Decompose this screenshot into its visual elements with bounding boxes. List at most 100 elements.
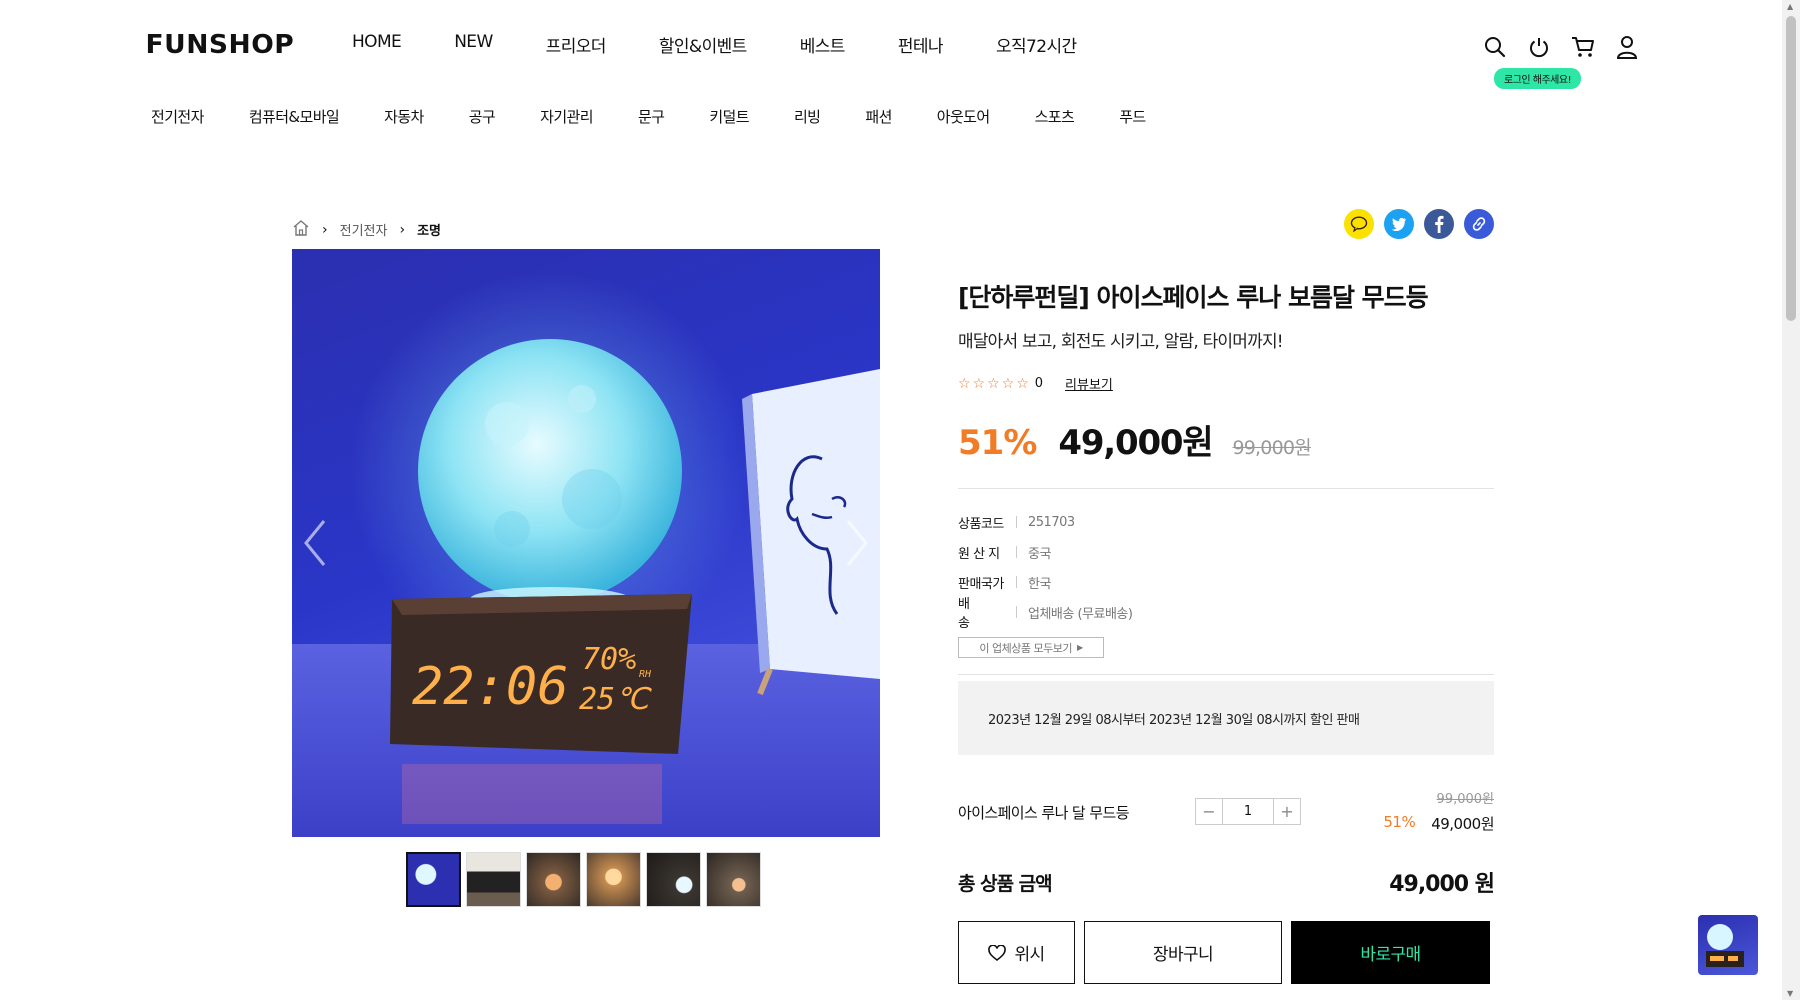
spec-key: 판매국가: [958, 576, 1004, 592]
product-title: [단하루펀딜] 아이스페이스 루나 보름달 무드등: [958, 283, 1429, 312]
category-computer-mobile[interactable]: 컴퓨터&모바일: [249, 106, 340, 127]
original-price: 99,000원: [1232, 437, 1311, 459]
minus-icon[interactable]: −: [1196, 799, 1222, 824]
buy-now-button[interactable]: 바로구매: [1291, 921, 1490, 984]
wish-button[interactable]: 위시: [958, 921, 1075, 984]
breadcrumb-current[interactable]: 조명: [417, 220, 441, 239]
scroll-down-icon[interactable]: ▼: [1787, 989, 1793, 998]
spec-row: 원 산 지 중국: [958, 537, 1494, 567]
selected-option: 아이스페이스 루나 달 무드등 − 1 + 99,000원 51% 49,000…: [958, 788, 1494, 848]
breadcrumb-separator: ›: [322, 221, 328, 238]
share-buttons: [1344, 209, 1494, 239]
home-icon[interactable]: [292, 219, 310, 240]
heart-icon: [988, 944, 1007, 961]
nav-preorder[interactable]: 프리오더: [546, 32, 607, 57]
review-link[interactable]: 리뷰보기: [1065, 374, 1113, 393]
floating-recent-product[interactable]: [1698, 915, 1758, 975]
star-rating-icon: ☆☆☆☆☆: [958, 375, 1031, 392]
category-food[interactable]: 푸드: [1119, 106, 1146, 127]
spec-key: 배 송: [958, 597, 980, 631]
clock-time: 22:06: [412, 657, 569, 717]
kakaotalk-icon[interactable]: [1344, 209, 1374, 239]
rating-row: ☆☆☆☆☆ 0 리뷰보기: [958, 374, 1494, 394]
spec-row: 배 송 업체배송 (무료배송): [958, 597, 1494, 631]
vendor-products-button[interactable]: 이 업체상품 모두보기 ▶: [958, 637, 1104, 658]
category-selfcare[interactable]: 자기관리: [540, 106, 593, 127]
category-tools[interactable]: 공구: [469, 106, 496, 127]
product-main-image[interactable]: 22:06 70% RH 25℃: [292, 249, 880, 837]
option-original-price: 99,000원: [1436, 792, 1494, 807]
user-icon[interactable]: [1614, 34, 1640, 60]
gallery-next-arrow[interactable]: [842, 515, 872, 571]
wish-label: 위시: [1014, 945, 1045, 965]
breadcrumb: › 전기전자 › 조명: [292, 219, 441, 240]
option-name: 아이스페이스 루나 달 무드등: [958, 804, 1130, 822]
add-to-cart-button[interactable]: 장바구니: [1084, 921, 1282, 984]
purchase-actions: 위시 장바구니 바로구매: [958, 921, 1490, 984]
spec-row: 상품코드 251703: [958, 507, 1494, 537]
spec-key: 상품코드: [958, 516, 1004, 532]
clock-humidity-unit: RH: [639, 669, 652, 680]
facebook-icon[interactable]: [1424, 209, 1454, 239]
plus-icon[interactable]: +: [1274, 799, 1300, 824]
scroll-up-icon[interactable]: ▲: [1787, 2, 1793, 11]
search-icon[interactable]: [1482, 34, 1508, 60]
nav-72hours[interactable]: 오직72시간: [996, 32, 1077, 57]
sale-price: 49,000원: [1058, 423, 1213, 463]
site-logo[interactable]: FUNSHOP: [146, 30, 295, 60]
spec-value: 한국: [1028, 576, 1051, 592]
twitter-icon[interactable]: [1384, 209, 1414, 239]
main-nav: HOME NEW 프리오더 할인&이벤트 베스트 펀테나 오직72시간: [352, 32, 1077, 57]
category-car[interactable]: 자동차: [384, 106, 424, 127]
nav-sale-event[interactable]: 할인&이벤트: [659, 32, 747, 57]
spec-value: 업체배송 (무료배송): [1028, 606, 1133, 622]
review-count: 0: [1034, 376, 1044, 391]
price-row: 51% 49,000원 99,000원: [958, 415, 1494, 464]
page-scrollbar[interactable]: ▲ ▼: [1782, 0, 1800, 1000]
breadcrumb-separator: ›: [399, 221, 406, 238]
category-living[interactable]: 리빙: [794, 106, 821, 127]
power-icon[interactable]: [1526, 34, 1552, 60]
login-tooltip[interactable]: 로그인 해주세요!: [1494, 68, 1582, 89]
total-label: 총 상품 금액: [958, 872, 1053, 895]
link-icon[interactable]: [1464, 209, 1494, 239]
gallery-thumbnails: [406, 852, 761, 907]
thumbnail-5[interactable]: [646, 852, 701, 907]
thumbnail-6[interactable]: [706, 852, 761, 907]
spec-row: 판매국가 한국: [958, 567, 1494, 597]
vendor-products-label: 이 업체상품 모두보기: [979, 641, 1072, 655]
spec-value: 중국: [1028, 546, 1051, 562]
thumbnail-2[interactable]: [466, 852, 521, 907]
divider: [958, 674, 1494, 675]
category-electronics[interactable]: 전기전자: [151, 106, 204, 127]
product-subtitle: 매달아서 보고, 회전도 시키고, 알람, 타이머까지!: [958, 332, 1284, 352]
nav-new[interactable]: NEW: [454, 32, 493, 57]
category-stationery[interactable]: 문구: [638, 106, 665, 127]
breadcrumb-level1[interactable]: 전기전자: [340, 220, 388, 239]
cart-icon[interactable]: [1570, 34, 1596, 60]
quantity-stepper: − 1 +: [1195, 798, 1301, 825]
quantity-input[interactable]: 1: [1222, 799, 1274, 824]
category-sports[interactable]: 스포츠: [1035, 106, 1075, 127]
gallery-prev-arrow[interactable]: [300, 515, 330, 571]
spec-list: 상품코드 251703 원 산 지 중국 판매국가 한국 배 송 업체배송 (무…: [958, 507, 1494, 632]
option-price: 51% 49,000원: [1383, 813, 1494, 834]
category-outdoor[interactable]: 아웃도어: [937, 106, 990, 127]
discount-rate: 51%: [958, 423, 1037, 463]
total-amount: 49,000 원: [1389, 872, 1495, 897]
thumbnail-4[interactable]: [586, 852, 641, 907]
thumbnail-1[interactable]: [406, 852, 461, 907]
clock-temperature: 25℃: [579, 682, 652, 717]
chevron-right-icon: ▶: [1076, 643, 1083, 652]
nav-funtenna[interactable]: 펀테나: [898, 32, 944, 57]
nav-home[interactable]: HOME: [352, 32, 402, 57]
scrollbar-thumb[interactable]: [1786, 16, 1796, 321]
category-kidult[interactable]: 키덜트: [709, 106, 749, 127]
sale-period-notice: 2023년 12월 29일 08시부터 2023년 12월 30일 08시까지 …: [958, 681, 1494, 755]
option-discount: 51%: [1383, 813, 1416, 831]
total-price-row: 총 상품 금액 49,000 원: [958, 866, 1495, 898]
thumbnail-3[interactable]: [526, 852, 581, 907]
nav-best[interactable]: 베스트: [800, 32, 846, 57]
spec-key: 원 산 지: [958, 546, 1000, 562]
category-fashion[interactable]: 패션: [865, 106, 892, 127]
